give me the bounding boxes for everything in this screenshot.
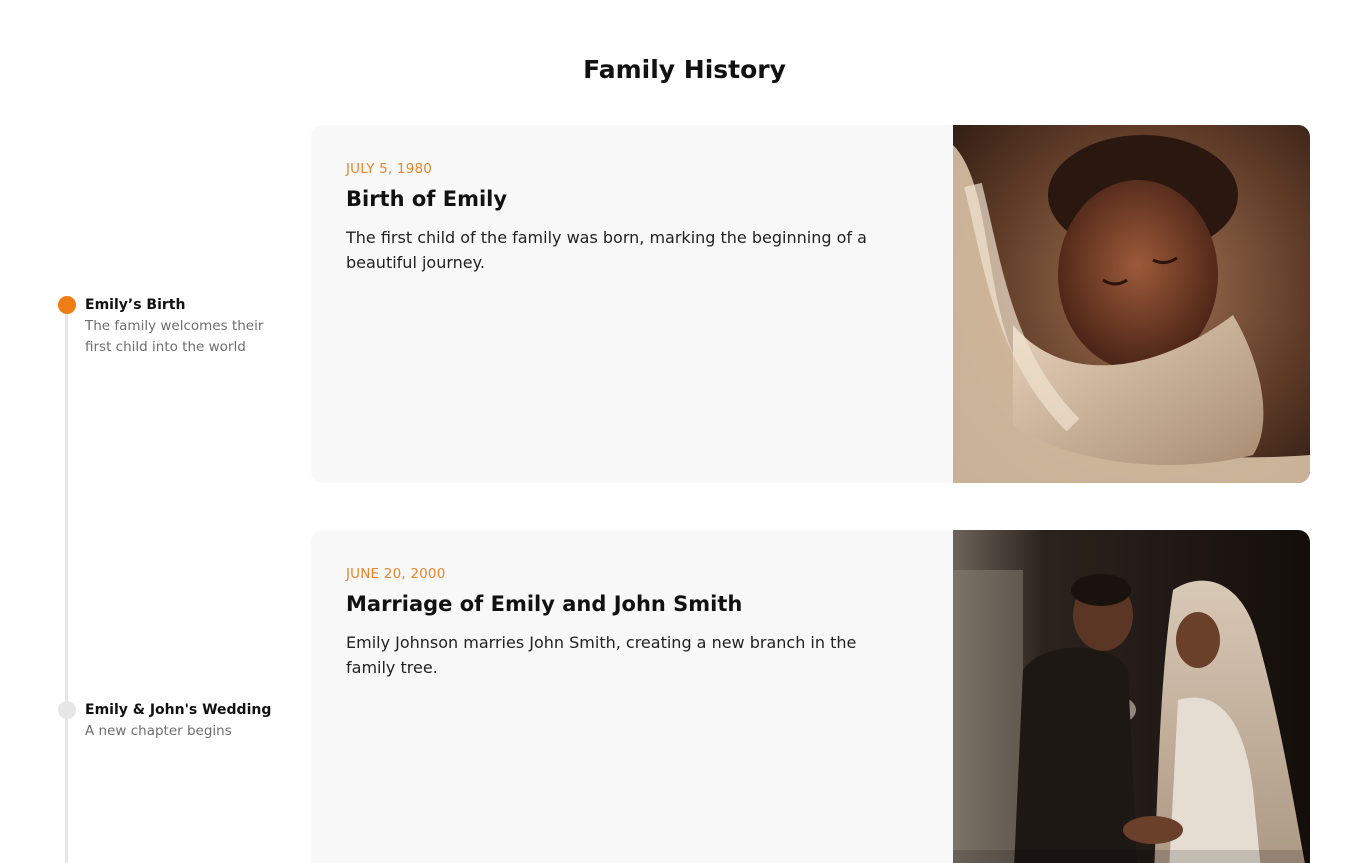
timeline-line [65,305,68,863]
baby-photo [953,125,1310,483]
timeline-dot [58,701,76,719]
timeline-item-title: Emily & John's Wedding [85,702,272,718]
timeline-item-title: Emily’s Birth [85,297,186,313]
wedding-photo [953,530,1310,863]
event-card-wedding: JUNE 20, 2000 Marriage of Emily and John… [311,530,1310,863]
timeline-dot-active [58,296,76,314]
event-card-birth: JULY 5, 1980 Birth of Emily The first ch… [311,125,1310,483]
page-title: Family History [583,55,786,84]
event-title: Marriage of Emily and John Smith [346,592,743,616]
event-date: JULY 5, 1980 [346,161,433,177]
timeline-item-description: The family welcomes their first child in… [85,318,264,355]
event-description: Emily Johnson marries John Smith, creati… [346,633,857,677]
event-date: JUNE 20, 2000 [346,566,446,582]
timeline-item-description: A new chapter begins [85,723,232,739]
event-description: The first child of the family was born, … [346,228,867,272]
event-title: Birth of Emily [346,187,508,211]
